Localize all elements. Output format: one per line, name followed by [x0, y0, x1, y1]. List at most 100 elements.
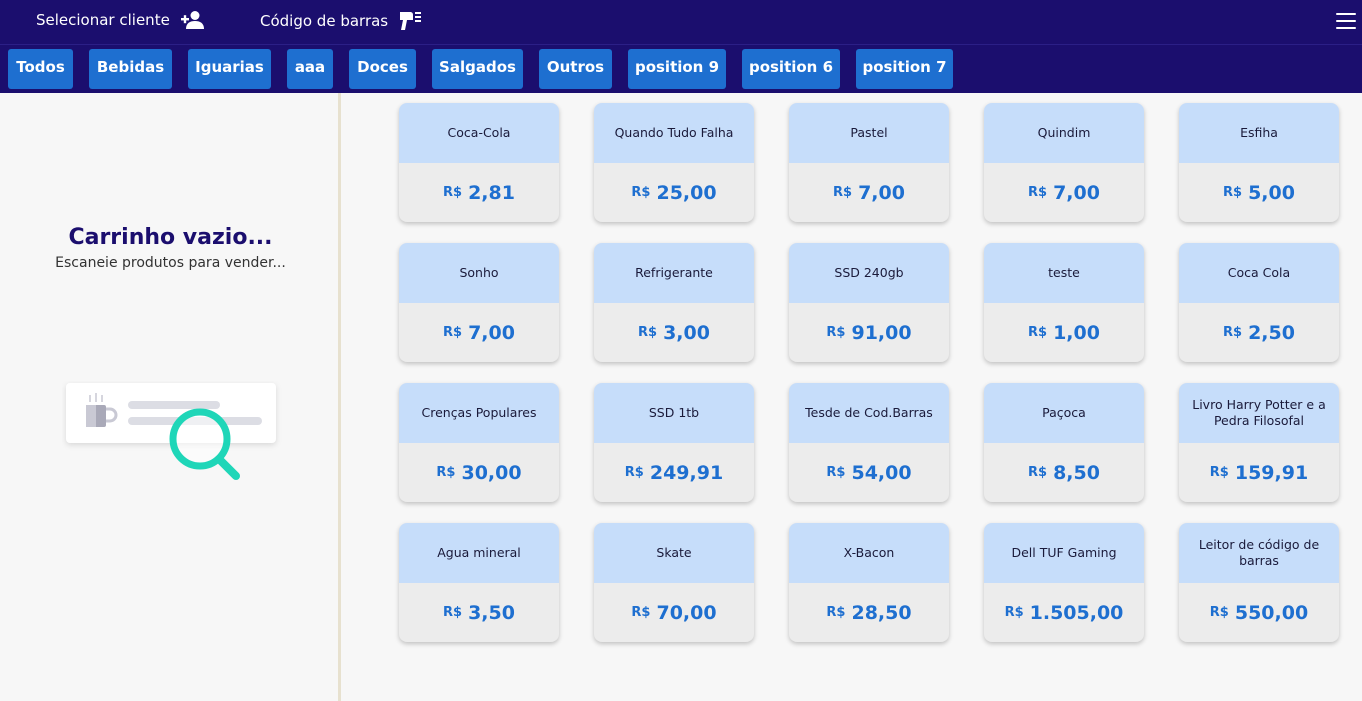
- product-name: Crenças Populares: [399, 383, 559, 443]
- product-price: R$ 5,00: [1179, 163, 1339, 222]
- price-value: 7,00: [858, 181, 905, 204]
- product-price: R$ 30,00: [399, 443, 559, 502]
- currency-symbol: R$: [631, 185, 651, 200]
- category-bebidas[interactable]: Bebidas: [89, 49, 172, 89]
- product-name: Sonho: [399, 243, 559, 303]
- product-name: Livro Harry Potter e a Pedra Filosofal: [1179, 383, 1339, 443]
- product-card[interactable]: Quindim R$ 7,00: [984, 103, 1144, 222]
- product-price: R$ 8,50: [984, 443, 1144, 502]
- category-doces[interactable]: Doces: [349, 49, 416, 89]
- price-value: 30,00: [461, 461, 522, 484]
- select-client-button[interactable]: Selecionar cliente: [36, 10, 206, 30]
- price-value: 28,50: [851, 601, 912, 624]
- product-price: R$ 70,00: [594, 583, 754, 642]
- product-card[interactable]: Dell TUF Gaming R$ 1.505,00: [984, 523, 1144, 642]
- product-grid: Coca-Cola R$ 2,81 Quando Tudo Falha R$ 25,00 P…: [344, 93, 1362, 701]
- top-bar: Selecionar cliente Código de barras: [0, 0, 1362, 44]
- currency-symbol: R$: [443, 185, 463, 200]
- product-name: Agua mineral: [399, 523, 559, 583]
- price-value: 7,00: [468, 321, 515, 344]
- cart-panel: Carrinho vazio... Escaneie produtos para…: [0, 93, 341, 701]
- price-value: 54,00: [851, 461, 912, 484]
- product-card[interactable]: Coca Cola R$ 2,50: [1179, 243, 1339, 362]
- currency-symbol: R$: [826, 465, 846, 480]
- barcode-button[interactable]: Código de barras: [260, 10, 422, 32]
- product-name: Coca-Cola: [399, 103, 559, 163]
- currency-symbol: R$: [1223, 185, 1243, 200]
- category-todos[interactable]: Todos: [8, 49, 73, 89]
- currency-symbol: R$: [1028, 465, 1048, 480]
- currency-symbol: R$: [1209, 605, 1229, 620]
- product-card[interactable]: SSD 1tb R$ 249,91: [594, 383, 754, 502]
- product-name: Leitor de código de barras: [1179, 523, 1339, 583]
- currency-symbol: R$: [1223, 325, 1243, 340]
- add-user-icon: [180, 10, 206, 30]
- product-price: R$ 159,91: [1179, 443, 1339, 502]
- product-card[interactable]: Tesde de Cod.Barras R$ 54,00: [789, 383, 949, 502]
- product-name: Esfiha: [1179, 103, 1339, 163]
- product-name: Pastel: [789, 103, 949, 163]
- price-value: 91,00: [851, 321, 912, 344]
- product-name: Refrigerante: [594, 243, 754, 303]
- category-aaa[interactable]: aaa: [287, 49, 333, 89]
- category-position-7[interactable]: position 7: [856, 49, 953, 89]
- currency-symbol: R$: [638, 325, 658, 340]
- product-price: R$ 3,00: [594, 303, 754, 362]
- hamburger-menu-icon[interactable]: [1336, 13, 1356, 29]
- category-outros[interactable]: Outros: [539, 49, 612, 89]
- price-value: 25,00: [656, 181, 717, 204]
- product-card[interactable]: Skate R$ 70,00: [594, 523, 754, 642]
- currency-symbol: R$: [1209, 465, 1229, 480]
- price-value: 249,91: [649, 461, 724, 484]
- product-card[interactable]: Pastel R$ 7,00: [789, 103, 949, 222]
- product-card[interactable]: Agua mineral R$ 3,50: [399, 523, 559, 642]
- product-name: X-Bacon: [789, 523, 949, 583]
- currency-symbol: R$: [443, 325, 463, 340]
- price-value: 159,91: [1234, 461, 1309, 484]
- product-card[interactable]: Refrigerante R$ 3,00: [594, 243, 754, 362]
- product-card[interactable]: X-Bacon R$ 28,50: [789, 523, 949, 642]
- cart-empty-subtitle: Escaneie produtos para vender...: [55, 255, 286, 271]
- product-price: R$ 91,00: [789, 303, 949, 362]
- product-card[interactable]: teste R$ 1,00: [984, 243, 1144, 362]
- price-value: 550,00: [1234, 601, 1309, 624]
- product-name: SSD 1tb: [594, 383, 754, 443]
- product-name: Coca Cola: [1179, 243, 1339, 303]
- product-price: R$ 25,00: [594, 163, 754, 222]
- price-value: 1,00: [1053, 321, 1100, 344]
- category-position-9[interactable]: position 9: [628, 49, 726, 89]
- product-price: R$ 7,00: [789, 163, 949, 222]
- product-price: R$ 3,50: [399, 583, 559, 642]
- product-price: R$ 249,91: [594, 443, 754, 502]
- product-name: Quindim: [984, 103, 1144, 163]
- product-price: R$ 7,00: [399, 303, 559, 362]
- product-card[interactable]: Leitor de código de barras R$ 550,00: [1179, 523, 1339, 642]
- price-value: 5,00: [1248, 181, 1295, 204]
- category-salgados[interactable]: Salgados: [432, 49, 523, 89]
- product-price: R$ 7,00: [984, 163, 1144, 222]
- currency-symbol: R$: [1028, 185, 1048, 200]
- currency-symbol: R$: [624, 465, 644, 480]
- product-card[interactable]: Esfiha R$ 5,00: [1179, 103, 1339, 222]
- product-card[interactable]: Livro Harry Potter e a Pedra Filosofal R$…: [1179, 383, 1339, 502]
- product-card[interactable]: Sonho R$ 7,00: [399, 243, 559, 362]
- product-name: teste: [984, 243, 1144, 303]
- currency-symbol: R$: [833, 185, 853, 200]
- product-card[interactable]: Crenças Populares R$ 30,00: [399, 383, 559, 502]
- select-client-label: Selecionar cliente: [36, 11, 170, 29]
- product-price: R$ 550,00: [1179, 583, 1339, 642]
- currency-symbol: R$: [826, 605, 846, 620]
- category-position-6[interactable]: position 6: [742, 49, 840, 89]
- price-value: 70,00: [656, 601, 717, 624]
- product-card[interactable]: Coca-Cola R$ 2,81: [399, 103, 559, 222]
- barcode-scanner-icon: [398, 10, 422, 32]
- product-price: R$ 1.505,00: [984, 583, 1144, 642]
- product-name: SSD 240gb: [789, 243, 949, 303]
- product-card[interactable]: Quando Tudo Falha R$ 25,00: [594, 103, 754, 222]
- product-card[interactable]: SSD 240gb R$ 91,00: [789, 243, 949, 362]
- category-iguarias[interactable]: Iguarias: [188, 49, 271, 89]
- category-bar: Todos Bebidas Iguarias aaa Doces Salgado…: [0, 44, 1362, 93]
- product-card[interactable]: Paçoca R$ 8,50: [984, 383, 1144, 502]
- product-name: Tesde de Cod.Barras: [789, 383, 949, 443]
- currency-symbol: R$: [631, 605, 651, 620]
